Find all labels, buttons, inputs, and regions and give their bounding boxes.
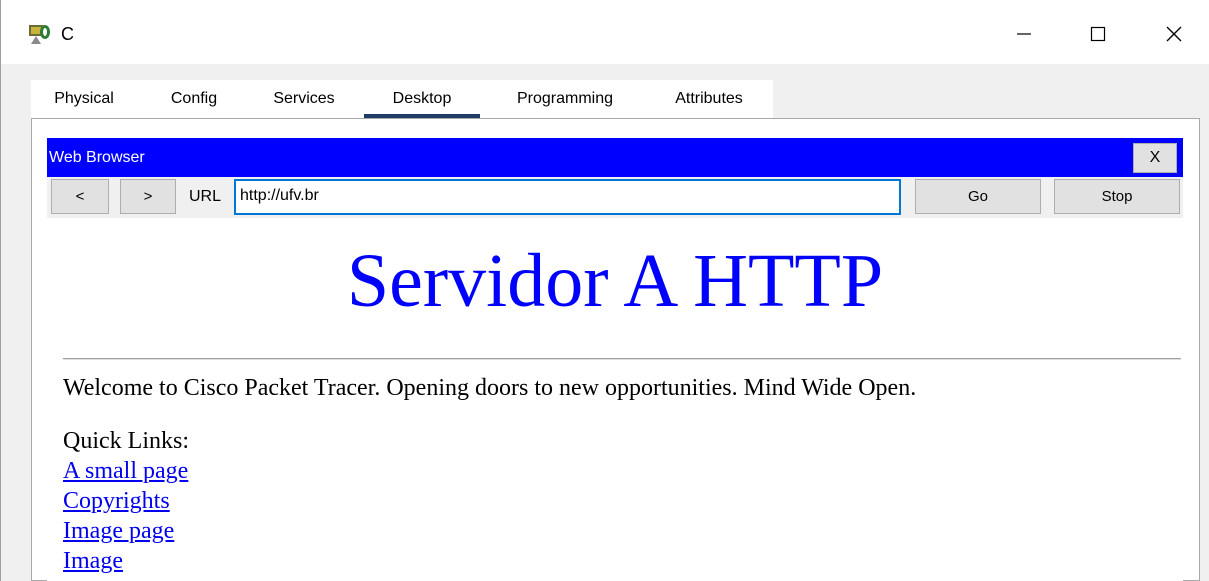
horizontal-rule	[63, 358, 1181, 360]
page-heading: Servidor A HTTP	[346, 239, 884, 323]
url-input[interactable]	[234, 179, 901, 215]
minimize-button[interactable]	[1001, 14, 1047, 54]
link-copyrights[interactable]: Copyrights	[63, 486, 188, 516]
pc-window: C Physical Config Services Desktop Progr…	[0, 0, 1209, 581]
browser-close-button[interactable]: X	[1133, 143, 1177, 173]
tab-config[interactable]: Config	[157, 80, 231, 118]
pc-app-icon	[27, 22, 51, 46]
forward-button[interactable]: >	[120, 179, 176, 214]
window-titlebar[interactable]: C	[1, 0, 1209, 64]
url-label: URL	[189, 188, 222, 205]
link-small-page[interactable]: A small page	[63, 456, 188, 486]
go-button[interactable]: Go	[915, 179, 1041, 214]
maximize-button[interactable]	[1075, 14, 1121, 54]
back-button[interactable]: <	[51, 179, 109, 214]
maximize-icon	[1090, 26, 1106, 42]
tab-programming[interactable]: Programming	[495, 80, 635, 118]
desktop-panel: Web Browser X < > URL Go Stop Servidor A…	[31, 118, 1200, 581]
tab-services[interactable]: Services	[259, 80, 349, 118]
link-image-page[interactable]: Image page	[63, 516, 188, 546]
link-image[interactable]: Image	[63, 546, 188, 576]
browser-titlebar: Web Browser X	[47, 138, 1183, 177]
web-page-content: Servidor A HTTP Welcome to Cisco Packet …	[47, 218, 1183, 581]
stop-button[interactable]: Stop	[1054, 179, 1180, 214]
tab-desktop[interactable]: Desktop	[364, 80, 480, 118]
quick-links-label: Quick Links:	[63, 428, 189, 454]
device-tabs: Physical Config Services Desktop Program…	[31, 80, 773, 118]
window-title: C	[61, 24, 74, 44]
minimize-icon	[1016, 26, 1032, 42]
quick-links-list: A small page Copyrights Image page Image	[63, 456, 188, 576]
browser-title: Web Browser	[49, 149, 145, 166]
window-close-button[interactable]	[1151, 14, 1197, 54]
close-icon	[1165, 25, 1183, 43]
web-browser: Web Browser X < > URL Go Stop Servidor A…	[47, 138, 1183, 581]
tab-attributes[interactable]: Attributes	[657, 80, 761, 118]
tab-physical[interactable]: Physical	[41, 80, 127, 118]
welcome-text: Welcome to Cisco Packet Tracer. Opening …	[63, 375, 917, 401]
